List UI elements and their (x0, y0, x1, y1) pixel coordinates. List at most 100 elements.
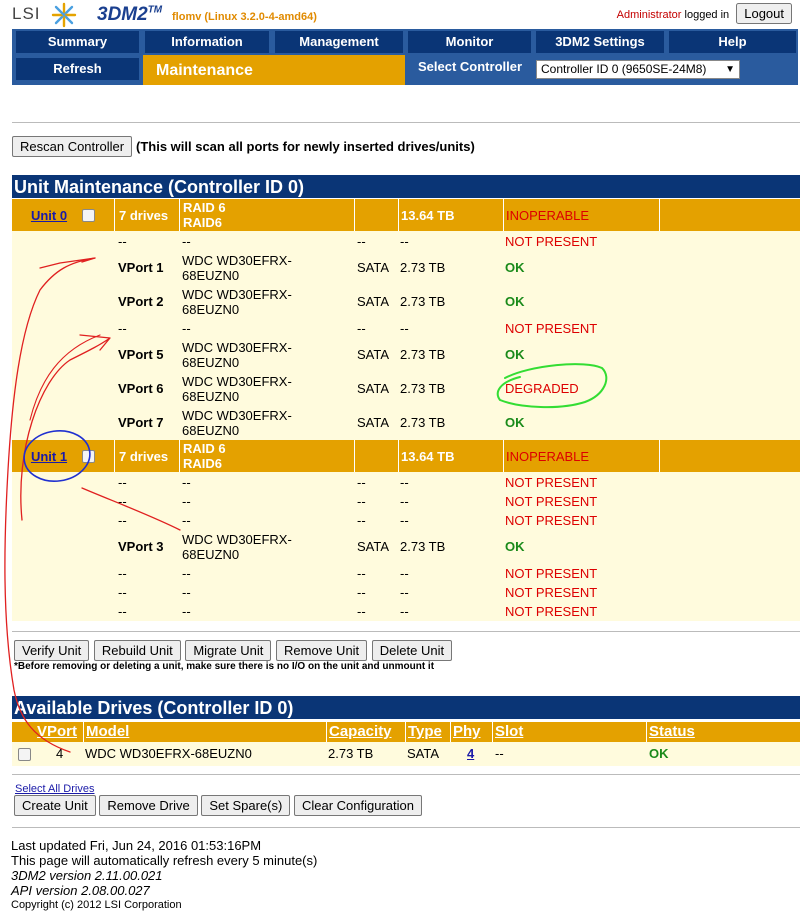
unit-checkbox[interactable] (82, 208, 96, 222)
port-status: NOT PRESENT (505, 233, 598, 249)
select-all-drives-link[interactable]: Select All Drives (15, 783, 94, 795)
port-type: -- (357, 474, 366, 490)
unit-warning: *Before removing or deleting a unit, mak… (14, 661, 435, 672)
unit-checkbox[interactable] (82, 449, 96, 463)
table-row: -- -- -- -- NOT PRESENT (12, 511, 800, 530)
port-model: WDC WD30EFRX- 68EUZN0 (179, 406, 354, 439)
col-capacity[interactable]: Capacity (326, 722, 405, 742)
tab-management[interactable]: Management (275, 31, 403, 53)
host-info: flomv (Linux 3.2.0-4-amd64) (172, 11, 317, 23)
raid-type: RAID6 (183, 215, 223, 230)
table-row: 4 WDC WD30EFRX-68EUZN0 2.73 TB SATA 4 --… (12, 742, 800, 766)
tab-help[interactable]: Help (669, 31, 796, 53)
port-type: SATA (357, 260, 390, 275)
port-model: -- (179, 232, 354, 250)
port-type: -- (357, 603, 366, 619)
unit-capacity: 13.64 TB (398, 199, 503, 231)
port-type: SATA (357, 347, 390, 362)
port-capacity: -- (400, 565, 409, 581)
unit-drives: 7 drives (114, 440, 179, 472)
port-vport: VPort 3 (118, 539, 164, 554)
col-type[interactable]: Type (405, 722, 450, 742)
port-model-line1: WDC WD30EFRX- (182, 407, 292, 423)
port-capacity: 2.73 TB (400, 347, 446, 362)
copyright-text: Copyright (c) 2012 LSI Corporation (11, 899, 182, 911)
divider (12, 827, 800, 828)
lsi-logo-text: LSI (12, 4, 41, 23)
verify-unit-button[interactable]: Verify Unit (14, 640, 90, 661)
port-type: SATA (357, 294, 390, 309)
port-status: DEGRADED (505, 381, 579, 396)
port-model-line1: -- (182, 565, 191, 581)
port-model-line2: 68EUZN0 (182, 422, 240, 438)
raid-level: RAID 6 (183, 441, 226, 456)
drive-actions: Create Unit Remove Drive Set Spare(s) Cl… (14, 795, 422, 816)
unit-filler-cell (659, 199, 800, 231)
refresh-button[interactable]: Refresh (16, 58, 139, 80)
port-model-line1: WDC WD30EFRX- (182, 531, 292, 547)
unit-link[interactable]: Unit 0 (31, 208, 67, 223)
port-type: SATA (357, 539, 390, 554)
port-capacity: 2.73 TB (400, 415, 446, 430)
remove-unit-button[interactable]: Remove Unit (276, 640, 368, 661)
unit-status: INOPERABLE (503, 199, 659, 231)
logout-button[interactable]: Logout (736, 3, 792, 24)
col-status[interactable]: Status (646, 722, 800, 742)
set-spares-button[interactable]: Set Spare(s) (201, 795, 291, 816)
tab-maintenance-active[interactable]: Maintenance (143, 55, 405, 85)
create-unit-button[interactable]: Create Unit (14, 795, 96, 816)
port-model-line2: 68EUZN0 (182, 267, 240, 283)
col-phy[interactable]: Phy (450, 722, 492, 742)
table-row: -- -- -- -- NOT PRESENT (12, 602, 800, 621)
tab-summary[interactable]: Summary (16, 31, 139, 53)
clear-configuration-button[interactable]: Clear Configuration (293, 795, 422, 816)
controller-select[interactable]: Controller ID 0 (9650SE-24M8) ▼ (536, 60, 740, 79)
port-capacity: -- (400, 474, 409, 490)
tab-3dm2-settings[interactable]: 3DM2 Settings (536, 31, 664, 53)
port-capacity: -- (400, 233, 409, 249)
table-row: -- -- -- -- NOT PRESENT (12, 564, 800, 583)
port-type: -- (357, 565, 366, 581)
unit-name-cell: Unit 0 (12, 199, 114, 231)
product-name: 3DM2TM (97, 4, 163, 25)
tab-information[interactable]: Information (145, 31, 269, 53)
drive-vport: 4 (56, 746, 64, 761)
migrate-unit-button[interactable]: Migrate Unit (185, 640, 272, 661)
port-model: WDC WD30EFRX- 68EUZN0 (179, 251, 354, 284)
drive-checkbox[interactable] (18, 748, 31, 761)
api-version-text: API version 2.08.00.027 (11, 883, 150, 898)
port-model: WDC WD30EFRX- 68EUZN0 (179, 530, 354, 563)
port-model-line2: 68EUZN0 (182, 546, 240, 562)
port-capacity: 2.73 TB (400, 260, 446, 275)
rescan-controller-button[interactable]: Rescan Controller (12, 136, 133, 157)
chevron-down-icon: ▼ (725, 64, 735, 75)
remove-drive-button[interactable]: Remove Drive (99, 795, 198, 816)
col-vport[interactable]: VPort (35, 722, 83, 742)
port-model-line1: -- (182, 603, 191, 619)
controller-select-value: Controller ID 0 (9650SE-24M8) (541, 62, 707, 76)
port-type: -- (357, 233, 366, 249)
unit-table: Unit 07 drives RAID 6 RAID6 13.64 TB INOPERA… (12, 199, 800, 621)
refresh-note: This page will automatically refresh eve… (11, 853, 318, 868)
unit-capacity: 13.64 TB (398, 440, 503, 472)
unit-name-cell: Unit 1 (12, 440, 114, 472)
port-model: -- (179, 564, 354, 582)
drive-phy-link[interactable]: 4 (467, 742, 474, 766)
drive-status: OK (649, 746, 669, 761)
port-type: -- (357, 584, 366, 600)
port-model-line1: -- (182, 474, 191, 490)
port-capacity: -- (400, 584, 409, 600)
table-row: VPort 3 WDC WD30EFRX- 68EUZN0 SATA 2.73 TB OK (12, 530, 800, 564)
table-row: VPort 1 WDC WD30EFRX- 68EUZN0 SATA 2.73 TB OK (12, 251, 800, 285)
available-drives-title: Available Drives (Controller ID 0) (12, 696, 800, 719)
unit-link[interactable]: Unit 1 (31, 449, 67, 464)
delete-unit-button[interactable]: Delete Unit (371, 640, 453, 661)
col-model[interactable]: Model (83, 722, 326, 742)
col-slot[interactable]: Slot (492, 722, 646, 742)
tab-monitor[interactable]: Monitor (408, 31, 531, 53)
unit-filler-cell (659, 440, 800, 472)
rebuild-unit-button[interactable]: Rebuild Unit (93, 640, 181, 661)
divider (12, 774, 800, 775)
port-status: OK (505, 415, 525, 430)
port-model-line1: -- (182, 584, 191, 600)
